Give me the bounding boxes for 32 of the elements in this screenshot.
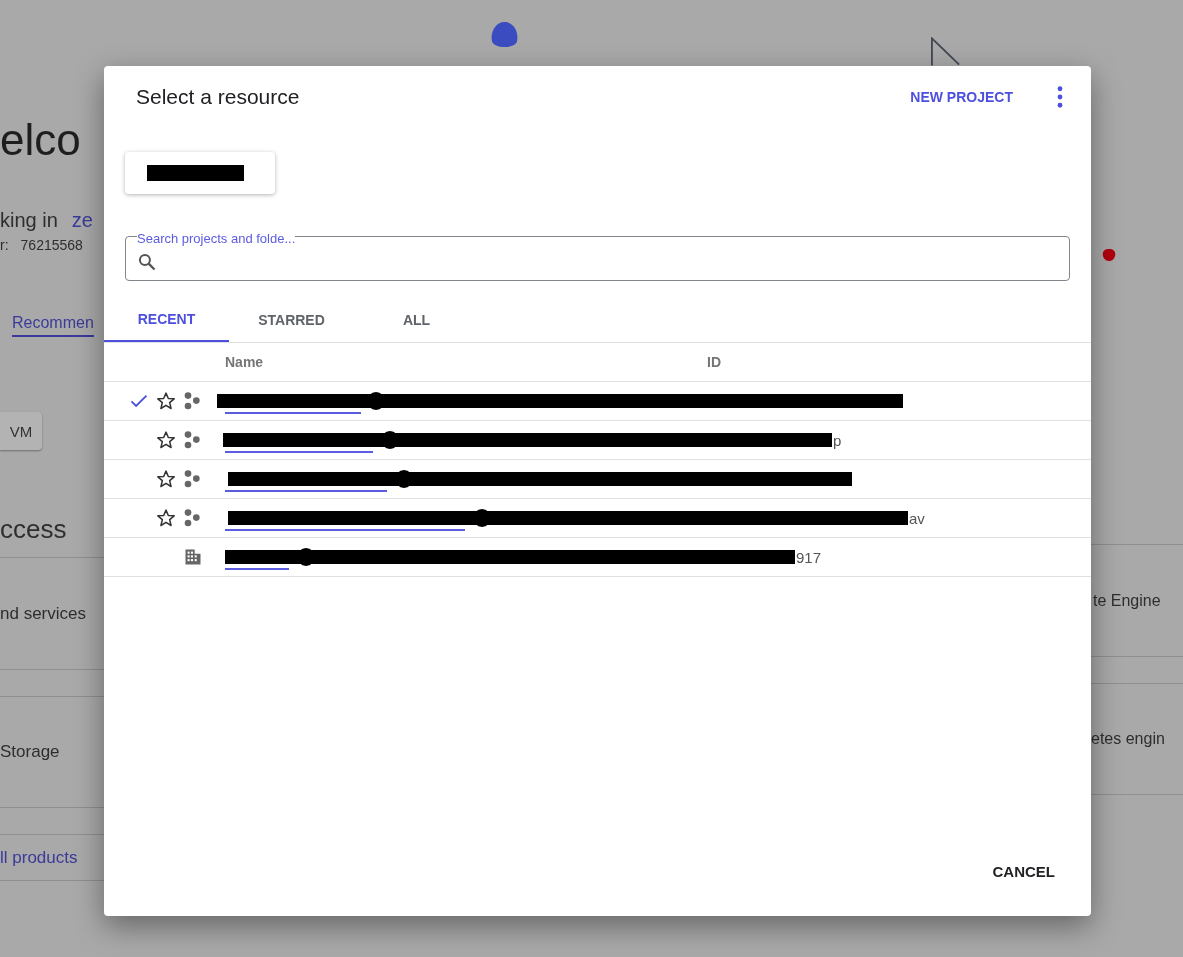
- search-field[interactable]: Search projects and folde...: [125, 232, 1070, 281]
- column-header: ID: [707, 354, 721, 370]
- star-icon[interactable]: [155, 391, 176, 411]
- project-icon: [182, 391, 203, 411]
- project-icon: [182, 508, 203, 528]
- organization-button[interactable]: [125, 152, 275, 194]
- column-header: Name: [225, 354, 264, 370]
- id-text: 917: [796, 548, 822, 566]
- working-in-label: king in: [0, 208, 58, 232]
- tab[interactable]: RECENT: [104, 298, 229, 342]
- dialog-title: Select a resource: [136, 85, 301, 109]
- star-icon[interactable]: [155, 469, 176, 489]
- search-icon: [137, 252, 157, 272]
- project-icon: [182, 430, 203, 450]
- page-heading: elco: [0, 115, 81, 165]
- project-icon: [182, 469, 203, 489]
- star-icon[interactable]: [155, 508, 176, 528]
- star-icon[interactable]: [155, 430, 176, 450]
- recommendations-link[interactable]: Recommen: [12, 313, 94, 337]
- id-text: p: [833, 431, 842, 449]
- vm-button[interactable]: VM: [0, 412, 42, 450]
- tab[interactable]: STARRED: [229, 298, 354, 342]
- new-project-button[interactable]: NEW PROJECT: [910, 89, 1013, 105]
- tab[interactable]: ALL: [354, 298, 479, 342]
- more-options-icon[interactable]: [1057, 86, 1063, 108]
- project-link[interactable]: ze: [71, 208, 93, 232]
- number-label: r:: [0, 237, 9, 253]
- id-text: av: [909, 509, 925, 527]
- search-label: Search projects and folde...: [137, 232, 296, 246]
- cancel-button[interactable]: CANCEL: [992, 863, 1055, 880]
- section-title: ccess: [0, 514, 67, 544]
- project-number: 76215568: [20, 237, 83, 253]
